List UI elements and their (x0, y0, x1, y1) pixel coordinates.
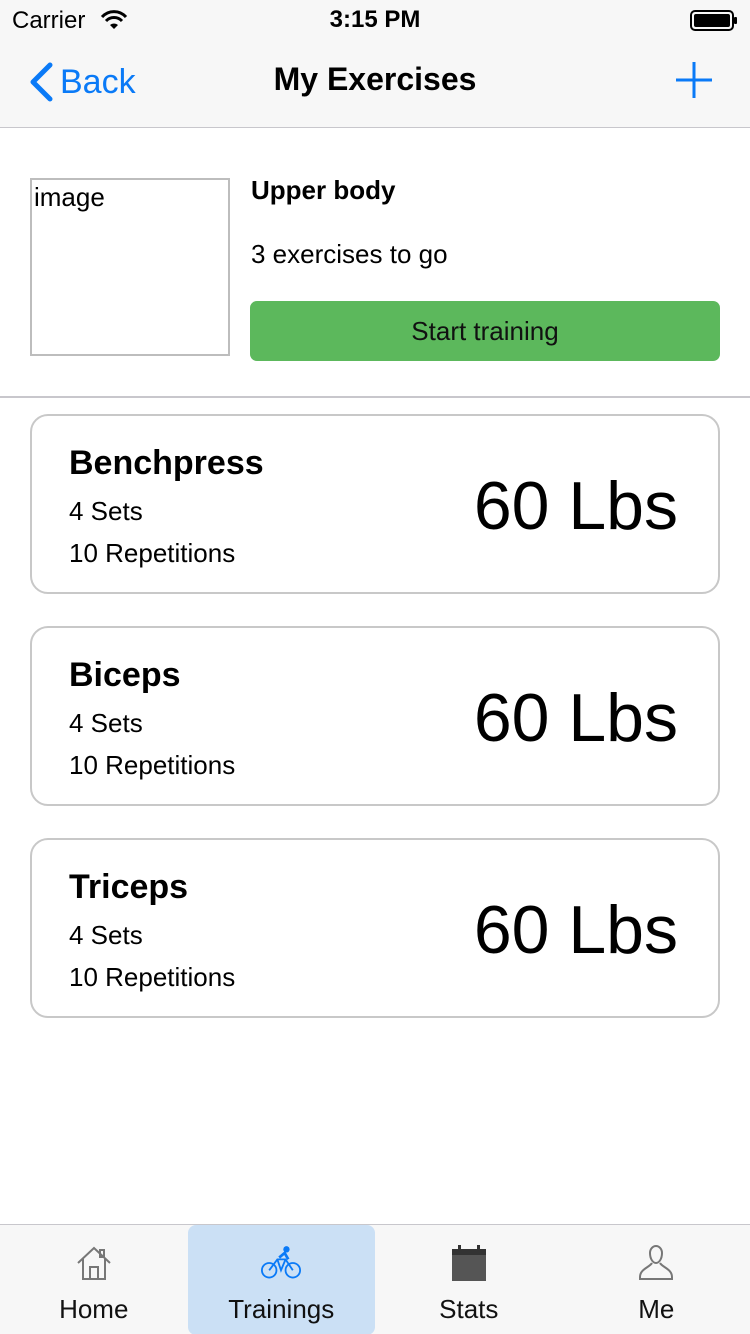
exercise-reps: 10 Repetitions (69, 962, 236, 992)
exercise-name: Benchpress (69, 444, 264, 482)
exercise-reps: 10 Repetitions (69, 750, 236, 780)
tab-label: Trainings (228, 1294, 335, 1324)
status-bar: Carrier 3:15 PM (0, 0, 750, 40)
calendar-icon (451, 1245, 486, 1281)
start-training-button[interactable]: Start training (250, 301, 720, 361)
exercise-card[interactable]: Triceps 4 Sets 10 Repetitions 60 Lbs (30, 838, 720, 1018)
workout-title: Upper body (251, 175, 396, 205)
exercise-weight: 60 Lbs (473, 468, 678, 544)
exercise-name: Triceps (69, 868, 189, 906)
battery-icon (690, 10, 737, 31)
workout-header: image Upper body 3 exercises to go Start… (0, 128, 750, 398)
navigation-bar: Back My Exercises (0, 40, 750, 128)
screen: Carrier 3:15 PM Back My Exercises image (0, 0, 750, 1334)
exercise-weight: 60 Lbs (473, 892, 678, 968)
tab-bar: Home Trainings Stats Me (0, 1224, 750, 1334)
workout-image-placeholder: image (30, 178, 230, 356)
tab-stats[interactable]: Stats (375, 1225, 563, 1334)
exercise-name: Biceps (69, 656, 181, 694)
status-time: 3:15 PM (329, 6, 421, 33)
exercise-list: Benchpress 4 Sets 10 Repetitions 60 Lbs … (30, 414, 720, 1050)
exercise-sets: 4 Sets (69, 708, 143, 738)
tab-label: Stats (439, 1294, 499, 1324)
page-title: My Exercises (273, 61, 477, 97)
person-icon (639, 1245, 674, 1280)
exercise-card[interactable]: Biceps 4 Sets 10 Repetitions 60 Lbs (30, 626, 720, 806)
tab-me[interactable]: Me (563, 1225, 750, 1334)
exercise-sets: 4 Sets (69, 920, 143, 950)
exercise-weight: 60 Lbs (473, 680, 678, 756)
tab-home[interactable]: Home (0, 1225, 188, 1334)
plus-icon[interactable] (674, 60, 714, 100)
home-icon (77, 1246, 111, 1280)
exercise-reps: 10 Repetitions (69, 538, 236, 568)
workout-subtitle: 3 exercises to go (251, 239, 448, 269)
exercise-sets: 4 Sets (69, 496, 143, 526)
tab-label: Home (59, 1294, 129, 1324)
bicycle-icon (261, 1246, 302, 1279)
tab-label: Me (638, 1294, 675, 1324)
exercise-card[interactable]: Benchpress 4 Sets 10 Repetitions 60 Lbs (30, 414, 720, 594)
tab-trainings[interactable]: Trainings (187, 1225, 375, 1334)
